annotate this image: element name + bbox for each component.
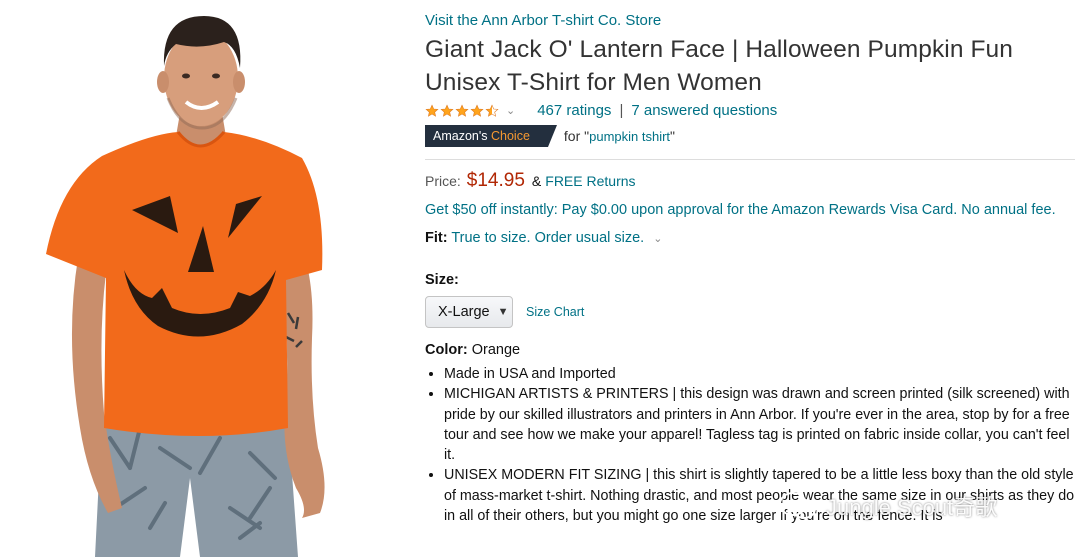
price-label: Price: — [425, 173, 461, 189]
badge-prefix: Amazon's — [433, 129, 488, 143]
color-label: Color: — [425, 342, 468, 358]
fit-row: Fit: True to size. Order usual size. ⌄ — [425, 230, 1075, 246]
product-image[interactable] — [40, 8, 340, 557]
price-row: Price: $14.95 & FREE Returns — [425, 170, 1075, 192]
separator: | — [619, 102, 624, 119]
ratings-link[interactable]: 467 ratings — [537, 102, 611, 119]
watermark: Jungle Scout奇歌 — [778, 490, 997, 522]
dropdown-caret-icon: ▼ — [497, 306, 509, 318]
free-returns-link[interactable]: FREE Returns — [545, 173, 635, 189]
product-info: Visit the Ann Arbor T-shirt Co. Store Gi… — [425, 12, 1075, 526]
feature-bullet: MICHIGAN ARTISTS & PRINTERS | this desig… — [444, 384, 1075, 465]
answered-questions-link[interactable]: 7 answered questions — [631, 102, 777, 119]
fit-value-link[interactable]: True to size. Order usual size. — [451, 230, 644, 246]
chevron-down-icon[interactable]: ⌄ — [506, 104, 515, 117]
star-icon — [470, 103, 484, 117]
feature-bullet: Made in USA and Imported — [444, 364, 1075, 384]
divider — [425, 159, 1075, 160]
badge-choice-text: Choice — [490, 129, 530, 143]
visa-promo-link[interactable]: Get $50 off instantly: Pay $0.00 upon ap… — [425, 200, 1075, 221]
price-value: $14.95 — [466, 170, 525, 191]
chevron-down-icon[interactable]: ⌄ — [653, 233, 662, 245]
star-icon — [455, 103, 469, 117]
size-chart-link[interactable]: Size Chart — [526, 305, 584, 319]
fit-label: Fit: — [425, 230, 448, 246]
wechat-icon — [779, 492, 816, 519]
size-row: X-Large ▼ Size Chart — [425, 296, 1075, 328]
store-link[interactable]: Visit the Ann Arbor T-shirt Co. Store — [425, 12, 1075, 29]
product-title: Giant Jack O' Lantern Face | Halloween P… — [425, 36, 1013, 96]
choice-for-text: for "pumpkin tshirt" — [564, 128, 675, 144]
star-icon — [425, 103, 439, 117]
size-select[interactable]: X-Large ▼ — [425, 296, 513, 328]
star-rating[interactable]: ⌄ — [425, 103, 537, 118]
size-selected-value: X-Large — [438, 304, 490, 320]
close-quote: " — [670, 128, 676, 144]
star-icon — [440, 103, 454, 117]
choice-keyword-link[interactable]: pumpkin tshirt — [589, 129, 670, 144]
rating-row: ⌄ 467 ratings | 7 answered questions — [425, 102, 1075, 119]
size-label: Size: — [425, 272, 459, 288]
for-label: for " — [563, 128, 590, 144]
color-value: Orange — [471, 342, 521, 358]
price-amp: & — [531, 173, 542, 189]
watermark-text: Jungle Scout奇歌 — [826, 495, 998, 520]
amazons-choice-row: Amazon's Choice for "pumpkin tshirt" — [425, 125, 1075, 147]
star-half-icon — [485, 103, 499, 117]
amazons-choice-badge: Amazon's Choice — [425, 125, 557, 147]
color-row: Color: Orange — [425, 342, 1075, 358]
